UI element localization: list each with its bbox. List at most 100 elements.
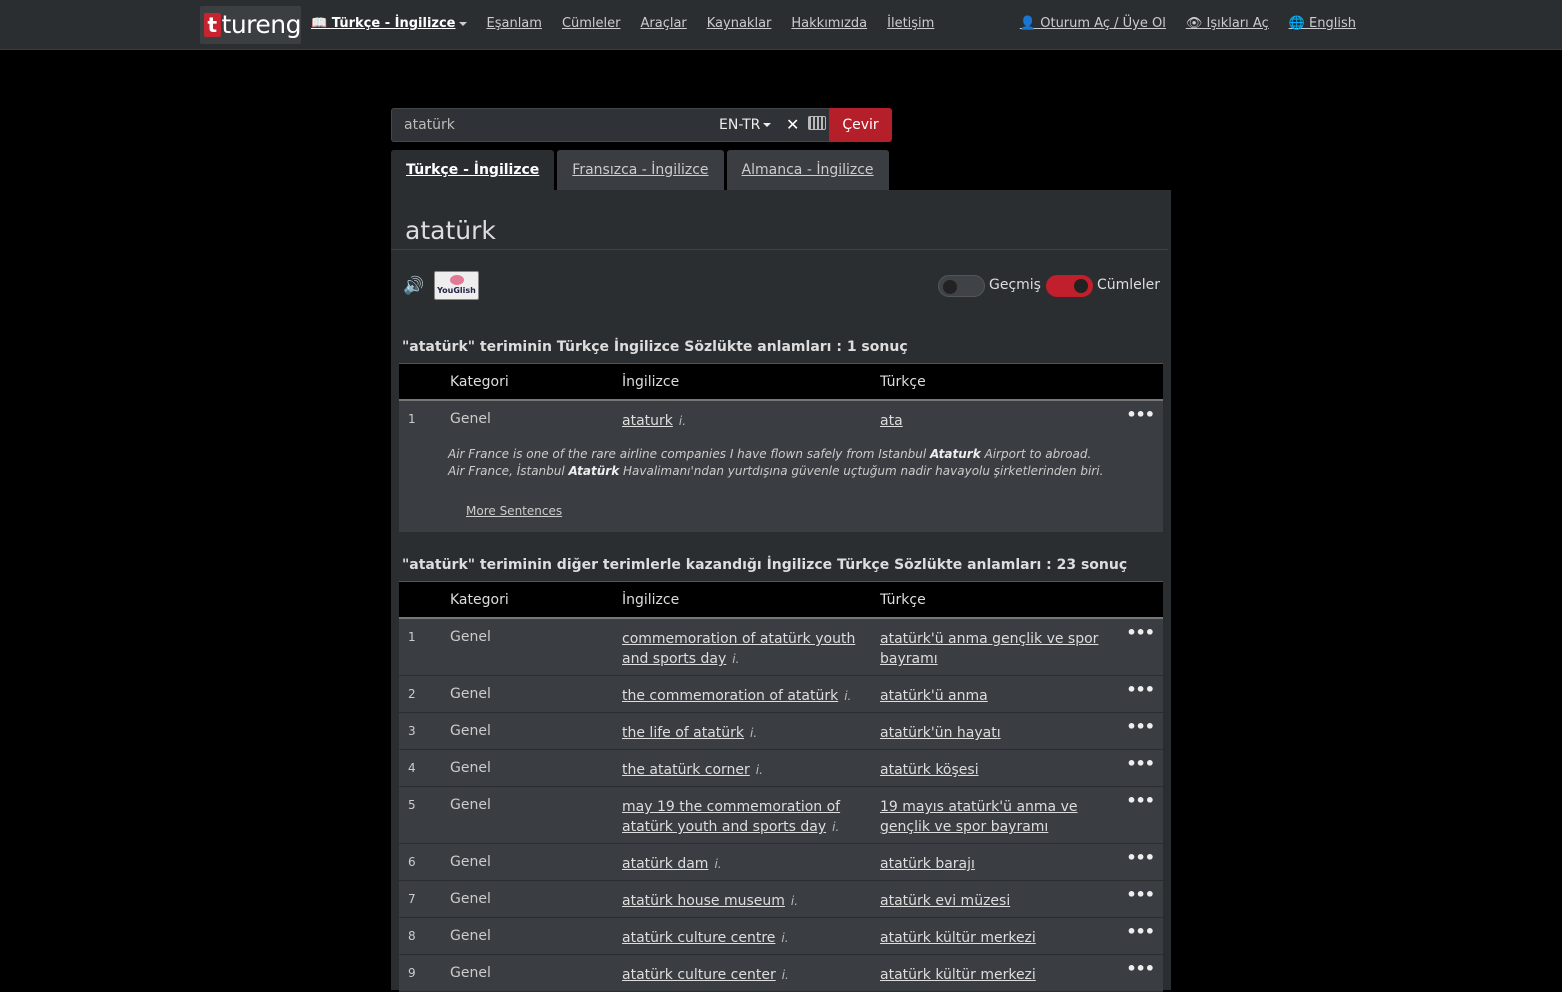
nav-item-dictionary[interactable]: 📖 Türkçe - İngilizce: [311, 16, 467, 31]
more-options-icon[interactable]: •••: [1126, 717, 1155, 736]
turkish-term-link[interactable]: atatürk'ü anma: [880, 688, 988, 704]
login-label: Oturum Aç / Üye Ol: [1040, 16, 1166, 31]
row-category: Genel: [450, 965, 491, 981]
nav-item-contact[interactable]: İletişim: [887, 16, 934, 31]
turkish-term-link[interactable]: atatürk kültür merkezi: [880, 930, 1036, 946]
tab-de-en[interactable]: Almanca - İngilizce: [726, 150, 889, 190]
row-category: Genel: [450, 411, 491, 427]
turkish-term-link[interactable]: atatürk evi müzesi: [880, 893, 1010, 909]
english-term-link[interactable]: the atatürk corner: [622, 762, 750, 778]
turkish-term-link[interactable]: atatürk'ün hayatı: [880, 725, 1001, 741]
history-toggle-label: Geçmiş: [989, 277, 1041, 293]
tab-fr-en[interactable]: Fransızca - İngilizce: [557, 150, 724, 190]
turkish-term-link[interactable]: atatürk köşesi: [880, 762, 979, 778]
speaker-icon[interactable]: 🔊: [403, 276, 424, 296]
more-options-icon[interactable]: •••: [1126, 885, 1155, 904]
row-number: 1: [408, 630, 416, 644]
row-category: Genel: [450, 686, 491, 702]
toggle-knob: [943, 280, 957, 294]
clear-icon[interactable]: ✕: [786, 115, 799, 134]
lights-label: Işıkları Aç: [1206, 16, 1269, 31]
row-turkish: atatürk'ü anma: [880, 686, 1115, 706]
language-pair-label: EN-TR: [719, 117, 761, 133]
row-turkish: 19 mayıs atatürk'ü anma ve gençlik ve sp…: [880, 797, 1115, 837]
english-term-link[interactable]: the life of atatürk: [622, 725, 744, 741]
row-category: Genel: [450, 928, 491, 944]
login-link[interactable]: 👤 Oturum Aç / Üye Ol: [1020, 16, 1166, 31]
table-row: 3 Genel the life of atatürk i. atatürk'ün ha…: [399, 713, 1163, 750]
english-term-link[interactable]: may 19 the commemoration of atatürk yout…: [622, 799, 840, 835]
more-options-icon[interactable]: •••: [1126, 405, 1155, 424]
chevron-down-icon: [763, 123, 772, 127]
part-of-speech: i.: [750, 726, 758, 740]
more-options-icon[interactable]: •••: [1126, 848, 1155, 867]
table-body: 1 Genel commemoration of atatürk youth and…: [399, 619, 1163, 992]
turkish-term-link[interactable]: ata: [880, 413, 903, 429]
globe-icon: 🌐: [1288, 16, 1305, 31]
example-sentence-tr: Air France, İstanbul Atatürk Havalimanı'…: [448, 464, 1103, 478]
row-english: the life of atatürk i.: [622, 723, 862, 743]
row-turkish: atatürk barajı: [880, 854, 1115, 874]
row-english: atatürk culture centre i.: [622, 928, 862, 948]
col-category: Kategori: [450, 592, 509, 608]
turkish-term-link[interactable]: atatürk'ü anma gençlik ve spor bayramı: [880, 631, 1098, 667]
col-turkish: Türkçe: [880, 374, 926, 390]
toggle-knob: [1074, 279, 1088, 293]
keyboard-icon[interactable]: [808, 116, 826, 130]
turkish-term-link[interactable]: atatürk kültür merkezi: [880, 967, 1036, 983]
results-table-other: Kategori İngilizce Türkçe 1 Genel commemor…: [399, 581, 1163, 992]
example-sentence-en: Air France is one of the rare airline co…: [448, 447, 1091, 461]
nav-item-sources[interactable]: Kaynaklar: [707, 16, 772, 31]
nav-item-synonyms[interactable]: Eşanlam: [487, 16, 542, 31]
table-row: 7 Genel atatürk house museum i. atatürk evi …: [399, 881, 1163, 918]
english-term-link[interactable]: atatürk culture centre: [622, 930, 775, 946]
turkish-term-link[interactable]: 19 mayıs atatürk'ü anma ve gençlik ve sp…: [880, 799, 1077, 835]
row-category: Genel: [450, 760, 491, 776]
english-term-link[interactable]: atatürk culture center: [622, 967, 776, 983]
col-category: Kategori: [450, 374, 509, 390]
example-text: Air France, İstanbul: [448, 464, 569, 478]
chevron-down-icon: [458, 21, 467, 26]
logo-letter: t: [204, 13, 221, 37]
col-turkish: Türkçe: [880, 592, 926, 608]
search-input[interactable]: [392, 109, 712, 141]
nav-item-sentences[interactable]: Cümleler: [562, 16, 621, 31]
language-pair-select[interactable]: EN-TR: [719, 117, 772, 133]
history-toggle[interactable]: [938, 275, 985, 297]
part-of-speech: i.: [755, 763, 763, 777]
more-options-icon[interactable]: •••: [1126, 959, 1155, 978]
section-heading: "atatürk" teriminin diğer terimlerle kaz…: [402, 557, 1128, 573]
row-number: 8: [408, 929, 416, 943]
english-term-link[interactable]: atatürk dam: [622, 856, 708, 872]
site-logo[interactable]: t tureng: [200, 6, 302, 44]
row-turkish: atatürk kültür merkezi: [880, 965, 1115, 985]
language-link[interactable]: 🌐 English: [1289, 16, 1356, 31]
english-term-link[interactable]: ataturk: [622, 413, 673, 429]
translate-button[interactable]: Çevir: [829, 108, 892, 142]
table-header: Kategori İngilizce Türkçe: [399, 363, 1163, 401]
english-term-link[interactable]: atatürk house museum: [622, 893, 785, 909]
row-turkish: atatürk köşesi: [880, 760, 1115, 780]
nav-item-about[interactable]: Hakkımızda: [791, 16, 867, 31]
more-options-icon[interactable]: •••: [1126, 754, 1155, 773]
row-english: commemoration of atatürk youth and sport…: [622, 629, 862, 669]
row-number: 1: [408, 412, 416, 426]
tab-tr-en[interactable]: Türkçe - İngilizce: [391, 150, 555, 190]
youglish-button[interactable]: YouGlish: [434, 271, 479, 300]
more-sentences-link[interactable]: More Sentences: [466, 504, 562, 518]
turkish-term-link[interactable]: atatürk barajı: [880, 856, 975, 872]
more-options-icon[interactable]: •••: [1126, 623, 1155, 642]
more-options-icon[interactable]: •••: [1126, 791, 1155, 810]
results-panel: atatürk 🔊 YouGlish Geçmiş Cümleler "atat…: [391, 190, 1171, 992]
row-english: may 19 the commemoration of atatürk yout…: [622, 797, 862, 837]
english-term-link[interactable]: the commemoration of atatürk: [622, 688, 838, 704]
sentences-toggle[interactable]: [1046, 275, 1093, 297]
more-options-icon[interactable]: •••: [1126, 922, 1155, 941]
top-navbar: t tureng 📖 Türkçe - İngilizce Eşanlam Cü…: [0, 0, 1562, 50]
row-turkish: atatürk'ün hayatı: [880, 723, 1115, 743]
lights-toggle-link[interactable]: 👁 Işıkları Aç: [1186, 16, 1269, 31]
nav-item-tools[interactable]: Araçlar: [640, 16, 686, 31]
more-options-icon[interactable]: •••: [1126, 680, 1155, 699]
table-row: 5 Genel may 19 the commemoration of atatür…: [399, 787, 1163, 844]
nav-menu: 📖 Türkçe - İngilizce Eşanlam Cümleler Ar…: [311, 16, 934, 31]
